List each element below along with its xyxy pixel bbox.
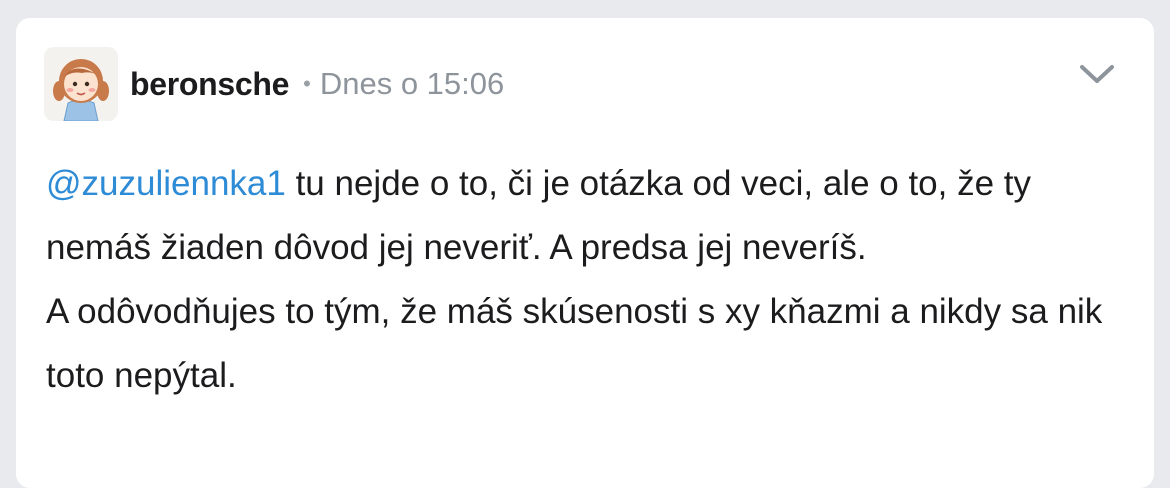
separator-dot: • <box>303 71 311 96</box>
post-card: beronsche • Dnes o 15:06 @zuzuliennka1 t… <box>16 18 1154 488</box>
post-paragraph-1: @zuzuliennka1 tu nejde o to, či je otázk… <box>46 152 1116 280</box>
cartoon-girl-avatar-icon <box>44 47 118 121</box>
post-paragraph-2: A odôvodňujes to tým, že máš skúsenosti … <box>46 292 1103 395</box>
author-line: beronsche • Dnes o 15:06 <box>130 64 504 104</box>
post-timestamp: Dnes o 15:06 <box>319 66 505 101</box>
post-menu-button[interactable] <box>1078 62 1116 88</box>
user-mention-link[interactable]: @zuzuliennka1 <box>46 164 286 203</box>
author-name[interactable]: beronsche <box>130 66 289 103</box>
chevron-down-icon <box>1080 65 1114 83</box>
post-body: @zuzuliennka1 tu nejde o to, či je otázk… <box>46 152 1116 408</box>
post-header: beronsche • Dnes o 15:06 <box>16 18 1154 138</box>
avatar[interactable] <box>44 47 118 121</box>
